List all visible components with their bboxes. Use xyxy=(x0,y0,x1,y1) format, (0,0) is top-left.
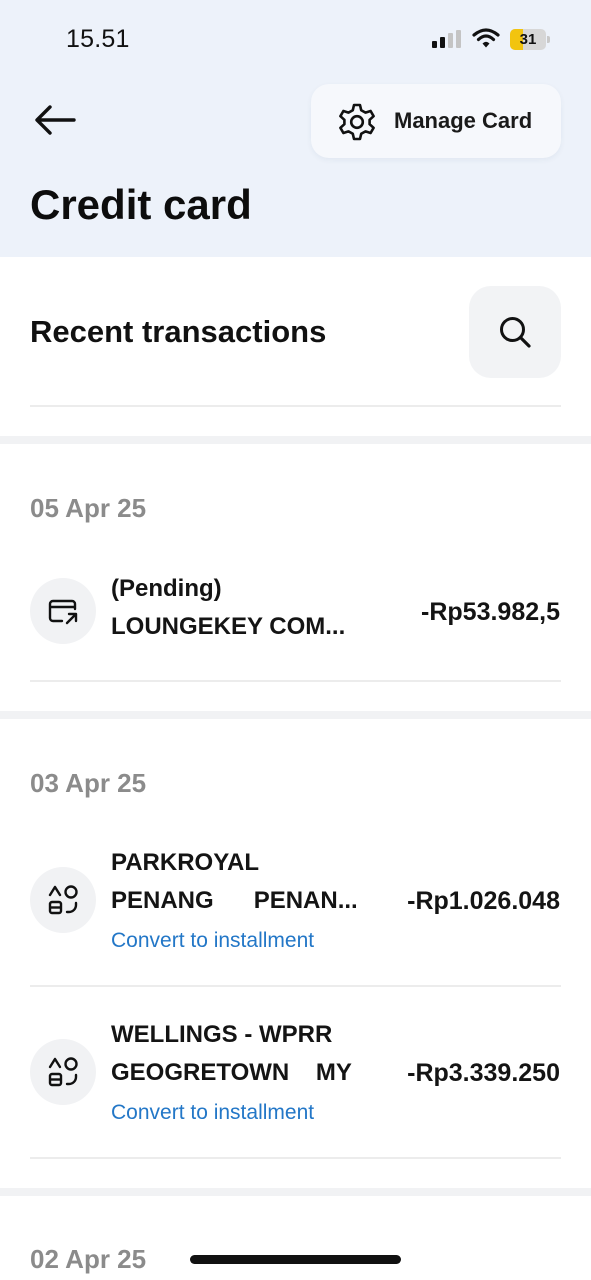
wifi-icon xyxy=(472,28,500,48)
manage-card-label: Manage Card xyxy=(394,108,533,133)
battery-icon: 31 xyxy=(510,29,550,50)
divider xyxy=(30,985,561,987)
section-separator xyxy=(0,711,591,719)
date-header: 05 Apr 25 xyxy=(30,493,147,523)
transaction-amount: -Rp1.026.048 xyxy=(407,887,560,915)
transaction-icon-container xyxy=(30,867,96,933)
section-title: Recent transactions xyxy=(30,314,327,349)
search-button[interactable] xyxy=(469,286,561,378)
divider xyxy=(30,680,561,682)
transaction-item[interactable]: (Pending) LOUNGEKEY COM... -Rp53.982,5 xyxy=(0,566,591,680)
divider xyxy=(30,1157,561,1159)
section-separator xyxy=(0,436,591,444)
home-indicator[interactable] xyxy=(190,1255,401,1264)
card-arrow-icon xyxy=(48,599,78,625)
gear-icon xyxy=(339,103,375,141)
transaction-item[interactable]: PARKROYAL PENANG PENAN... -Rp1.026.048 C… xyxy=(0,840,591,985)
merchant-name: LOUNGEKEY COM... xyxy=(111,613,346,640)
category-shapes-icon xyxy=(48,885,78,915)
transaction-amount: -Rp53.982,5 xyxy=(421,598,560,626)
divider xyxy=(30,405,561,407)
transaction-status: (Pending) xyxy=(111,575,222,602)
search-icon xyxy=(500,317,531,348)
category-shapes-icon xyxy=(48,1057,78,1087)
transaction-item[interactable]: WELLINGS - WPRR GEOGRETOWN MY -Rp3.339.2… xyxy=(0,1012,591,1157)
date-header: 03 Apr 25 xyxy=(30,768,147,798)
battery-level: 31 xyxy=(519,31,537,48)
date-header: 02 Apr 25 xyxy=(30,1244,147,1274)
merchant-name: PARKROYAL xyxy=(111,849,260,876)
transaction-icon-container xyxy=(30,578,96,644)
cellular-signal-icon xyxy=(432,30,462,48)
status-time: 15.51 xyxy=(66,25,130,53)
merchant-name: WELLINGS - WPRR xyxy=(111,1021,333,1048)
transaction-icon-container xyxy=(30,1039,96,1105)
manage-card-button[interactable]: Manage Card xyxy=(311,84,561,158)
merchant-location: GEOGRETOWN MY xyxy=(111,1059,352,1086)
merchant-location: PENANG PENAN... xyxy=(111,887,358,914)
convert-to-installment-link[interactable]: Convert to installment xyxy=(111,1101,314,1125)
header: 15.51 31 Manage Card Credit card xyxy=(0,0,591,257)
page-title: Credit card xyxy=(30,181,252,228)
back-button[interactable] xyxy=(30,100,78,140)
section-separator xyxy=(0,1188,591,1196)
arrow-left-icon xyxy=(35,105,76,135)
convert-to-installment-link[interactable]: Convert to installment xyxy=(111,929,314,953)
transaction-amount: -Rp3.339.250 xyxy=(407,1059,560,1087)
